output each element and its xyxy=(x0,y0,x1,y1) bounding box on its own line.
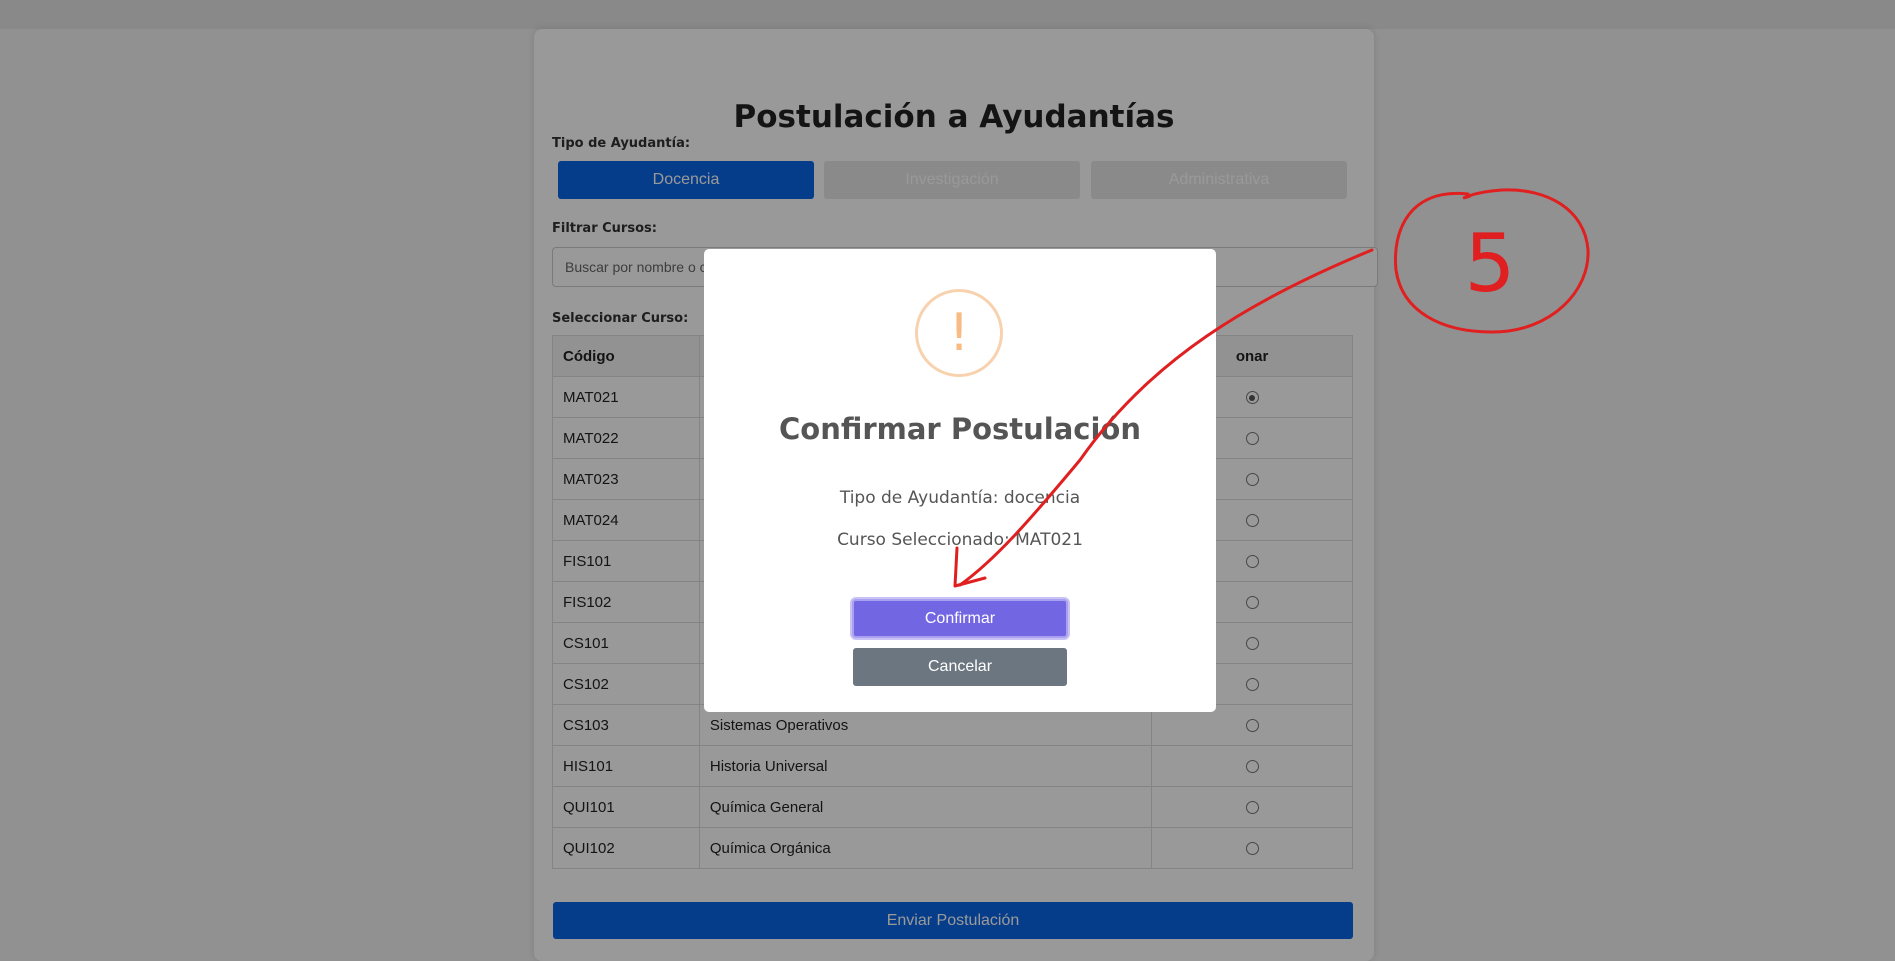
dialog-title: Confirmar Postulación xyxy=(779,412,1141,446)
confirm-button[interactable]: Confirmar xyxy=(852,599,1068,638)
dialog-tipo-text: Tipo de Ayudantía: docencia xyxy=(839,488,1081,508)
warning-icon: ! xyxy=(915,289,1003,377)
confirm-dialog: ! Confirmar Postulación Tipo de Ayudantí… xyxy=(704,249,1216,712)
cancel-button[interactable]: Cancelar xyxy=(853,648,1067,686)
dialog-curso-text: Curso Seleccionado: MAT021 xyxy=(837,530,1083,550)
